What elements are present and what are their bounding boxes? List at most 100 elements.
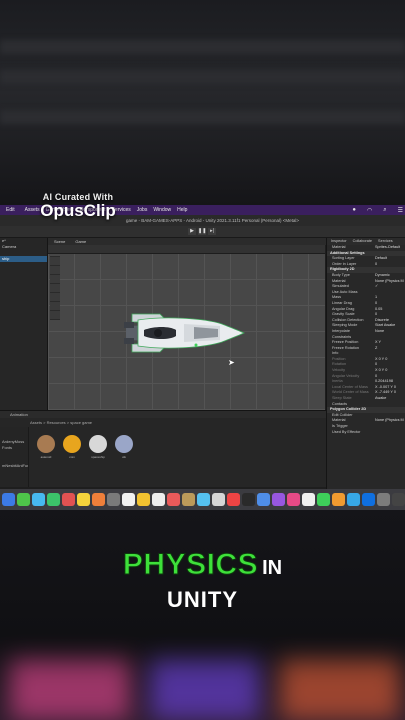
field-label: Sleep State [332, 396, 352, 401]
asset-label: spaceship [91, 455, 105, 459]
tab-inspector[interactable]: Inspector [331, 238, 347, 245]
ufo-icon [115, 435, 133, 453]
dock-app-icon[interactable] [287, 493, 300, 506]
dock-app-icon[interactable] [2, 493, 15, 506]
field-label: Body Type [332, 272, 350, 277]
breadcrumb[interactable]: Assets > Resources > space game [30, 420, 92, 426]
asset-item[interactable]: spaceship [88, 435, 108, 459]
unity-editor-screenshot: Edit Assets GameObject Component Service… [0, 205, 405, 510]
tree-item[interactable]: mNesbitAniFun [0, 463, 28, 469]
dock-app-icon[interactable] [17, 493, 30, 506]
step-button[interactable]: ▸| [208, 228, 216, 235]
field-label: Inertia [332, 379, 343, 384]
rect-tool-icon[interactable] [50, 293, 60, 301]
menu-help[interactable]: Help [177, 207, 187, 213]
opusclip-watermark: AI Curated With OpusClip [28, 192, 128, 221]
field-label: Sorting Layer [332, 256, 355, 261]
hierarchy-row-selected[interactable]: ship [0, 256, 47, 262]
field-label: Gravity Scale [332, 312, 355, 317]
field-label: Velocity [332, 368, 346, 373]
mouse-cursor-icon: ➤ [228, 358, 235, 367]
spaceship-sprite[interactable] [124, 300, 246, 366]
dock-app-icon[interactable] [92, 493, 105, 506]
tab-animation[interactable]: Animation [10, 412, 28, 417]
tab-services[interactable]: Services [378, 238, 393, 245]
dock-app-icon[interactable] [212, 493, 225, 506]
field-label: Rotation [332, 362, 347, 367]
scale-tool-icon[interactable] [50, 284, 60, 292]
inspector-field[interactable]: Used By Effector [327, 430, 405, 436]
field-label: Freeze Position [332, 340, 359, 345]
dock-app-icon[interactable] [77, 493, 90, 506]
field-label: Material [332, 418, 346, 423]
tab-scene[interactable]: Scene [54, 238, 65, 245]
dock-app-icon[interactable] [122, 493, 135, 506]
field-label: Angular Drag [332, 306, 355, 311]
dock-app-icon[interactable] [182, 493, 195, 506]
blurred-background-bottom [0, 510, 405, 720]
asset-item[interactable]: asteroid [36, 435, 56, 459]
custom-tool-icon[interactable] [50, 311, 60, 319]
field-label: Use Auto Mass [332, 289, 358, 294]
asset-label: coin [69, 455, 75, 459]
field-label: Mass [332, 295, 342, 300]
scene-toolbar [48, 245, 325, 254]
dock-app-icon[interactable] [392, 493, 405, 506]
dock-app-icon[interactable] [32, 493, 45, 506]
scene-view[interactable]: Scene Game ➤ [48, 238, 331, 410]
tab-game[interactable]: Game [75, 238, 86, 245]
field-label: Angular Velocity [332, 373, 360, 378]
window-title: game - BAM-GAMES-APPS - Android - Unity … [126, 218, 299, 223]
field-label: Rigidbody 2D [330, 267, 355, 272]
control-center-icon[interactable]: ☰ [398, 207, 403, 214]
field-label: Polygon Collider 2D [330, 407, 367, 412]
dock-app-icon[interactable] [107, 493, 120, 506]
dock-app-icon[interactable] [167, 493, 180, 506]
dock-app-icon[interactable] [257, 493, 270, 506]
play-button[interactable]: ▶ [188, 228, 196, 235]
dock-app-icon[interactable] [62, 493, 75, 506]
dock-app-icon[interactable] [347, 493, 360, 506]
menu-window[interactable]: Window [153, 207, 171, 213]
rotate-tool-icon[interactable] [50, 275, 60, 283]
dock-app-icon[interactable] [302, 493, 315, 506]
dock-app-icon[interactable] [197, 493, 210, 506]
asset-grid: asteroid coin spaceship ufo [36, 435, 134, 459]
caption-word-in: IN [262, 557, 283, 579]
scene-tabs: Scene Game [48, 238, 331, 245]
dock-app-icon[interactable] [152, 493, 165, 506]
dock-app-icon[interactable] [377, 493, 390, 506]
field-label: Constraints [332, 334, 352, 339]
record-icon[interactable]: ● [352, 207, 356, 213]
asset-label: asteroid [40, 455, 52, 459]
dock-app-icon[interactable] [272, 493, 285, 506]
menu-jobs[interactable]: Jobs [137, 207, 148, 213]
menu-edit[interactable]: Edit [6, 207, 15, 213]
inspector-panel: Inspector Collaborate Services Material S… [326, 238, 405, 498]
mac-dock [0, 489, 405, 510]
field-label: Material [332, 245, 346, 249]
search-icon[interactable]: ⌕ [383, 207, 386, 214]
pause-button[interactable]: ❚❚ [198, 228, 206, 235]
dock-app-icon[interactable] [242, 493, 255, 506]
dock-app-icon[interactable] [362, 493, 375, 506]
move-tool-icon[interactable] [50, 266, 60, 274]
asset-item[interactable]: coin [62, 435, 82, 459]
dock-app-icon[interactable] [332, 493, 345, 506]
field-label: Sleeping Mode [332, 323, 358, 328]
field-label: Linear Drag [332, 300, 352, 305]
dock-app-icon[interactable] [317, 493, 330, 506]
project-tree: ArdenyMoss Fonts mNesbitAniFun [0, 427, 29, 487]
field-label: Local Center of Mass [332, 384, 368, 389]
asset-item[interactable]: ufo [114, 435, 134, 459]
dock-app-icon[interactable] [137, 493, 150, 506]
dock-app-icon[interactable] [47, 493, 60, 506]
field-label: Additional Settings [330, 250, 365, 255]
transform-tool-icon[interactable] [50, 302, 60, 310]
hand-tool-icon[interactable] [50, 257, 60, 265]
field-label: World Center of Mass [332, 390, 369, 395]
tab-collaborate[interactable]: Collaborate [353, 238, 372, 245]
field-label: Position [332, 356, 346, 361]
wifi-icon[interactable]: ◠ [367, 207, 372, 214]
dock-app-icon[interactable] [227, 493, 240, 506]
